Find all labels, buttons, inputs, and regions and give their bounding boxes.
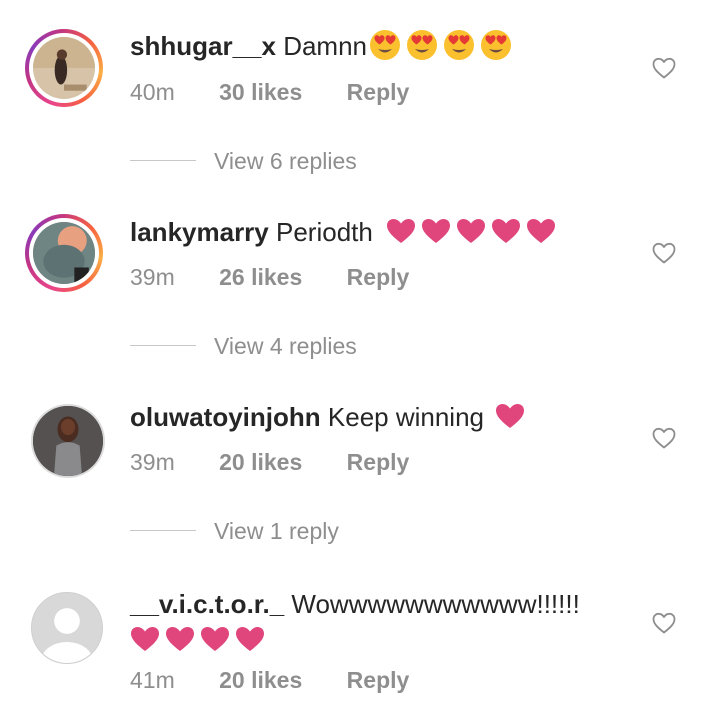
- heart-eyes-emoji: [443, 29, 475, 61]
- avatar-ring-gap: [29, 218, 99, 288]
- heart-eyes-emoji: [369, 29, 401, 61]
- avatar-photo: [33, 37, 95, 99]
- reply-divider: [130, 345, 196, 347]
- avatar-photo: [33, 222, 95, 284]
- comment-username[interactable]: __v.i.c.t.o.r._: [130, 589, 284, 619]
- comment-time: 40m: [130, 79, 175, 105]
- pink-heart-emoji: [200, 626, 230, 652]
- comment-meta: 39m 20 likes Reply: [130, 448, 409, 476]
- comment-line: __v.i.c.t.o.r._ Wowwwwwwwwwww!!!!!!: [130, 588, 580, 620]
- heart-outline-icon[interactable]: [652, 427, 676, 449]
- pink-heart-emoji: [456, 218, 486, 244]
- avatar[interactable]: [25, 214, 103, 292]
- pink-heart-emoji: [235, 626, 265, 652]
- comment-line: shhugar__x Damnn: [130, 30, 512, 64]
- reply-button[interactable]: Reply: [347, 263, 410, 291]
- comment-emojis: [130, 626, 265, 652]
- comment-likes[interactable]: 20 likes: [219, 448, 302, 476]
- view-replies-label: View 4 replies: [214, 333, 357, 359]
- pink-heart-emoji: [491, 218, 521, 244]
- heart-eyes-emoji: [480, 29, 512, 61]
- reply-button[interactable]: Reply: [347, 448, 410, 476]
- view-replies-button[interactable]: View 6 replies: [130, 148, 357, 176]
- comment-line: lankymarry Periodth: [130, 216, 556, 248]
- comment-text: Wowwwwwwwwwww!!!!!!: [291, 589, 580, 619]
- comment-emojis: [386, 218, 556, 244]
- reply-divider: [130, 530, 196, 532]
- default-avatar-icon: [32, 593, 102, 663]
- comment-text: Periodth: [276, 217, 373, 247]
- pink-heart-emoji: [165, 626, 195, 652]
- heart-outline-icon[interactable]: [652, 57, 676, 79]
- view-replies-label: View 1 reply: [214, 518, 339, 544]
- comment-text: Damnn: [283, 31, 368, 61]
- comment-meta: 40m 30 likes Reply: [130, 78, 409, 106]
- comment-text: Keep winning: [327, 402, 485, 432]
- pink-heart-emoji: [386, 218, 416, 244]
- avatar-photo: [33, 406, 103, 476]
- heart-outline-icon[interactable]: [652, 242, 676, 264]
- view-replies-label: View 6 replies: [214, 148, 357, 174]
- comment-time: 41m: [130, 667, 175, 693]
- comment-line: oluwatoyinjohn Keep winning: [130, 401, 525, 433]
- comment-username[interactable]: lankymarry: [130, 217, 269, 247]
- comment-meta: 41m 20 likes Reply: [130, 666, 409, 694]
- comment-time: 39m: [130, 264, 175, 290]
- avatar-ring-gap: [29, 33, 99, 103]
- avatar[interactable]: [31, 404, 105, 478]
- pink-heart-emoji: [421, 218, 451, 244]
- heart-outline-icon[interactable]: [652, 612, 676, 634]
- heart-eyes-emoji: [406, 29, 438, 61]
- view-replies-button[interactable]: View 1 reply: [130, 518, 339, 546]
- avatar[interactable]: [31, 592, 103, 664]
- comment-username[interactable]: shhugar__x: [130, 31, 276, 61]
- reply-button[interactable]: Reply: [347, 666, 410, 694]
- pink-heart-emoji: [526, 218, 556, 244]
- comment-likes[interactable]: 26 likes: [219, 263, 302, 291]
- reply-divider: [130, 160, 196, 162]
- comment-time: 39m: [130, 449, 175, 475]
- avatar[interactable]: [25, 29, 103, 107]
- reply-button[interactable]: Reply: [347, 78, 410, 106]
- comment-likes[interactable]: 30 likes: [219, 78, 302, 106]
- view-replies-button[interactable]: View 4 replies: [130, 333, 357, 361]
- pink-heart-emoji: [495, 403, 525, 429]
- comment-meta: 39m 26 likes Reply: [130, 263, 409, 291]
- comment-emojis: [369, 29, 512, 61]
- comment-likes[interactable]: 20 likes: [219, 666, 302, 694]
- comment-username[interactable]: oluwatoyinjohn: [130, 402, 321, 432]
- comment-emoji-line: [130, 621, 265, 653]
- pink-heart-emoji: [130, 626, 160, 652]
- comment-emojis: [495, 403, 525, 429]
